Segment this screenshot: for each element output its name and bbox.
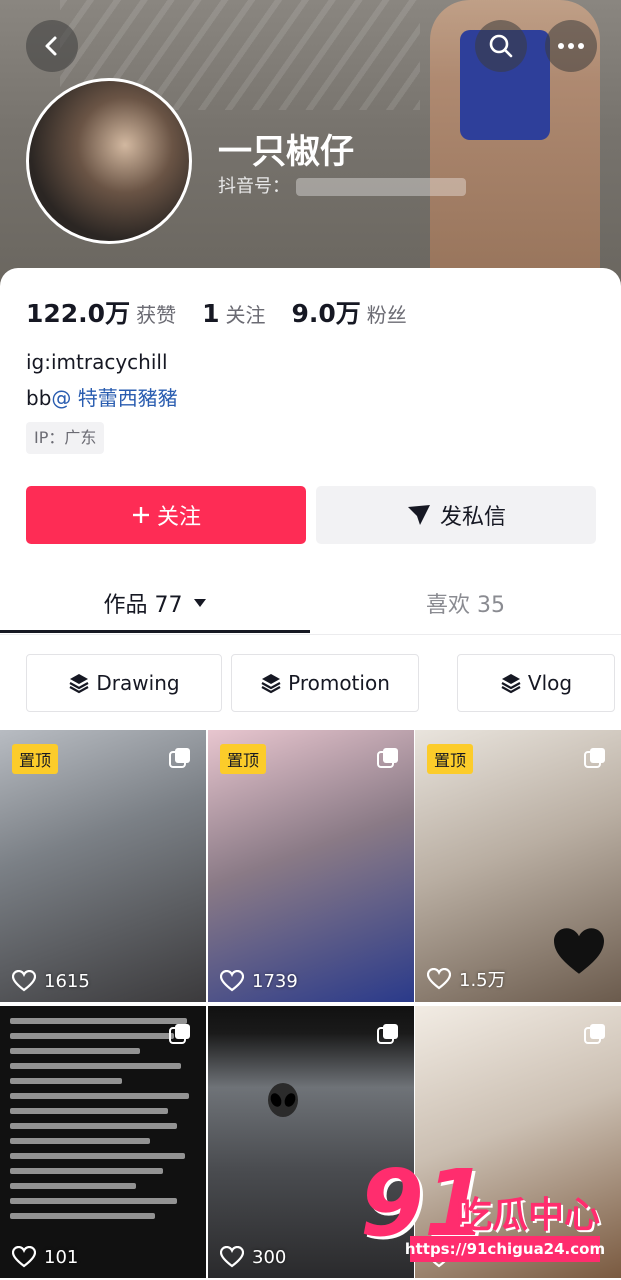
follow-button[interactable]: 关注 <box>26 486 306 544</box>
video-likes-count: 101 <box>44 1246 79 1268</box>
active-tab-indicator <box>0 630 310 633</box>
message-label: 发私信 <box>439 505 506 530</box>
video-likes-count: 1.5万 <box>459 970 506 991</box>
bio-line-1: ig:imtracychill <box>26 350 168 374</box>
bio-mention-link[interactable]: @ 特蕾西豬豬 <box>51 386 177 410</box>
heart-outline-icon <box>220 970 244 992</box>
tab-likes[interactable]: 喜欢 35 <box>310 578 621 628</box>
heart-outline-icon <box>12 1246 36 1268</box>
video-likes: 300 <box>220 1246 286 1268</box>
more-dots-icon <box>558 43 584 49</box>
pinned-badge: 置顶 <box>220 744 267 774</box>
heart-outline-icon <box>12 970 36 992</box>
tab-likes-label: 喜欢 35 <box>426 593 505 618</box>
layers-icon <box>501 674 521 694</box>
collection-chip-vlog[interactable]: Vlog <box>457 654 615 712</box>
heart-outline-icon <box>220 1246 244 1268</box>
profile-stats: 122.0万 获赞 1 关注 9.0万 粉丝 <box>26 294 433 330</box>
site-watermark: 91 吃瓜中心 https://91chigua24.com <box>360 1150 621 1280</box>
video-thumbnail[interactable]: 101 <box>0 1006 206 1278</box>
content-tabs: 作品 77 喜欢 35 <box>0 578 621 634</box>
ip-location-tag: IP：广东 <box>26 422 105 454</box>
video-thumbnail[interactable]: 置顶 1739 <box>208 730 414 1002</box>
collection-chip-label: Promotion <box>288 671 390 695</box>
douyin-id: 抖音号： <box>218 172 466 198</box>
multi-image-icon <box>377 1024 398 1044</box>
video-thumbnail[interactable]: 置顶 1.5万 <box>415 730 621 1002</box>
video-likes: 1.5万 <box>427 966 506 992</box>
avatar[interactable] <box>26 78 192 244</box>
followers-label[interactable]: 粉丝 <box>367 299 407 328</box>
layers-icon <box>261 674 281 694</box>
video-likes: 1739 <box>220 970 298 992</box>
multi-image-icon <box>169 748 190 768</box>
likes-count: 122.0万 <box>26 299 131 328</box>
pinned-badge: 置顶 <box>427 744 474 774</box>
collection-chip-drawing[interactable]: Drawing <box>26 654 222 712</box>
watermark-url: https://91chigua24.com <box>405 1236 605 1262</box>
tab-works[interactable]: 作品 77 <box>0 578 310 628</box>
video-likes-count: 1739 <box>252 970 298 992</box>
likes-label: 获赞 <box>136 303 177 327</box>
text-post-lines <box>10 1018 196 1228</box>
video-likes-count: 300 <box>252 1246 287 1268</box>
search-button[interactable] <box>475 20 527 72</box>
pinned-badge: 置顶 <box>12 744 59 774</box>
more-button[interactable] <box>545 20 597 72</box>
watermark-text: 吃瓜中心 <box>456 1195 601 1236</box>
tabs-divider <box>0 634 621 635</box>
send-icon <box>407 505 430 525</box>
plus-icon <box>132 507 149 523</box>
douyin-id-label: 抖音号： <box>218 176 290 197</box>
layers-icon <box>69 674 89 694</box>
video-likes: 101 <box>12 1246 78 1268</box>
profile-nickname: 一只椒仔 <box>218 132 354 172</box>
tab-works-label: 作品 77 <box>103 593 183 618</box>
follow-label: 关注 <box>156 505 201 530</box>
multi-image-icon <box>377 748 398 768</box>
collection-chip-label: Drawing <box>96 671 180 695</box>
following-label[interactable]: 关注 <box>225 299 265 328</box>
multi-image-icon <box>584 1024 605 1044</box>
bio-prefix: bb <box>26 386 52 410</box>
caret-down-icon <box>193 599 206 607</box>
message-button[interactable]: 发私信 <box>316 486 596 544</box>
collection-chip-label: Vlog <box>527 671 573 695</box>
douyin-id-blurred-value <box>296 178 466 196</box>
video-likes-count: 1615 <box>44 970 90 992</box>
video-thumbnail[interactable]: 置顶 1615 <box>0 730 206 1002</box>
heart-outline-icon <box>427 968 451 990</box>
multi-image-icon <box>584 748 605 768</box>
video-likes: 1615 <box>12 970 90 992</box>
following-count[interactable]: 1 <box>202 299 219 328</box>
bio-line-2: bb@ 特蕾西豬豬 <box>26 382 178 411</box>
collection-chip-promotion[interactable]: Promotion <box>231 654 419 712</box>
search-icon <box>489 34 513 58</box>
multi-image-icon <box>169 1024 190 1044</box>
back-button[interactable] <box>26 20 78 72</box>
followers-count[interactable]: 9.0万 <box>291 294 360 330</box>
black-heart-sticker-icon <box>554 928 604 974</box>
chevron-left-icon <box>45 36 57 56</box>
alien-emoji-icon <box>268 1083 298 1117</box>
